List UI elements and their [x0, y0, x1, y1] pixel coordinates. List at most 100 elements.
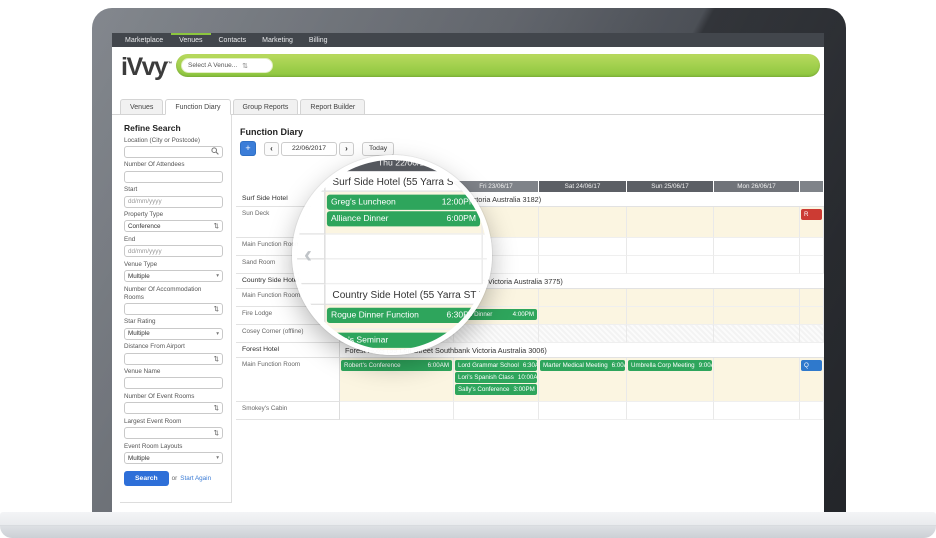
today-button[interactable]: Today	[362, 142, 394, 156]
event-title: Pipa's Seminar	[331, 335, 388, 345]
day-header-4[interactable]: Mon 26/06/17	[714, 181, 800, 192]
day-cell[interactable]	[800, 238, 824, 256]
day-cell[interactable]	[326, 235, 483, 260]
day-cell[interactable]	[714, 207, 800, 238]
day-cell[interactable]	[483, 305, 487, 330]
day-cell[interactable]: Umbrella Corp Meeting9:00AM	[627, 358, 714, 402]
day-cell[interactable]	[539, 256, 627, 274]
select-input[interactable]: Multiple▾	[124, 452, 223, 464]
search-input[interactable]	[124, 146, 223, 158]
search-button[interactable]: Search	[124, 471, 169, 486]
day-cell[interactable]	[800, 289, 824, 307]
day-cell[interactable]	[800, 402, 824, 420]
day-cell[interactable]: Lord Grammar School6:30AMLori's Spanish …	[454, 358, 539, 402]
select-input[interactable]: ⇅	[124, 353, 223, 365]
day-cell[interactable]	[627, 325, 714, 343]
tab-venues[interactable]: Venues	[120, 99, 163, 115]
day-cell[interactable]	[539, 325, 627, 343]
event-pill[interactable]: Alliance Dinner6:00PM	[327, 211, 480, 226]
day-cell[interactable]	[627, 238, 714, 256]
nav-item-marketing[interactable]: Marketing	[254, 33, 301, 47]
day-header-3[interactable]: Sun 25/06/17	[627, 181, 714, 192]
chevron-left-icon[interactable]: ‹	[304, 243, 312, 267]
day-cell[interactable]	[539, 402, 627, 420]
tab-group-reports[interactable]: Group Reports	[233, 99, 299, 115]
event-pill[interactable]: Marter Medical Meeting6:00AM	[540, 360, 625, 371]
event-pill[interactable]: Lord Grammar School6:30AM	[455, 360, 537, 371]
select-input[interactable]: ⇅	[124, 402, 223, 414]
day-cell[interactable]	[800, 256, 824, 274]
next-day-button[interactable]: ›	[339, 142, 354, 156]
select-input[interactable]: Multiple▾	[124, 270, 223, 282]
day-header-0[interactable]: Thu 22/06/17	[326, 160, 483, 171]
day-cell[interactable]: Pipa's Seminar10:00AM	[326, 330, 483, 350]
day-cell[interactable]	[714, 238, 800, 256]
day-cell[interactable]	[483, 260, 487, 285]
day-cell[interactable]	[539, 289, 627, 307]
event-pill[interactable]: Q	[801, 360, 822, 371]
day-cell[interactable]: Tim's Dinner4:00PM	[483, 330, 487, 350]
field-largest-event-room: Largest Event Room ⇅	[124, 418, 223, 439]
day-cell[interactable]	[326, 260, 483, 285]
day-cell[interactable]: Marter Medical Meeting6:00AM	[539, 358, 627, 402]
day-cell[interactable]	[714, 289, 800, 307]
day-cell[interactable]: Rogue Dinner Function6:30PM	[326, 305, 483, 330]
select-input[interactable]: ⇅	[124, 303, 223, 315]
event-time: 6:00AM	[428, 362, 449, 369]
day-cell[interactable]	[800, 325, 824, 343]
day-cell[interactable]	[627, 307, 714, 325]
day-cell[interactable]	[539, 207, 627, 238]
day-cell[interactable]	[714, 358, 800, 402]
select-input[interactable]: Conference⇅	[124, 220, 223, 232]
day-cell[interactable]	[714, 325, 800, 343]
day-cell[interactable]	[340, 402, 454, 420]
day-cell[interactable]: Robert's Conference6:00AM	[340, 358, 454, 402]
date-field[interactable]: 22/06/2017	[281, 142, 337, 156]
start-again-link[interactable]: Start Again	[180, 475, 211, 482]
day-cell[interactable]	[800, 307, 824, 325]
event-pill[interactable]: Greg's Luncheon12:00PM	[327, 195, 480, 210]
day-cell[interactable]	[627, 207, 714, 238]
venue-select[interactable]: Select A Venue... ⇅	[181, 58, 273, 73]
select-input[interactable]: Multiple▾	[124, 328, 223, 340]
text-input[interactable]	[124, 377, 223, 389]
day-cell[interactable]	[714, 402, 800, 420]
day-cell[interactable]	[539, 307, 627, 325]
day-cell[interactable]	[483, 192, 487, 235]
nav-item-marketplace[interactable]: Marketplace	[117, 33, 171, 47]
day-cell[interactable]	[454, 402, 539, 420]
text-input[interactable]: dd/mm/yyyy	[124, 196, 223, 208]
day-cell[interactable]	[627, 256, 714, 274]
tab-report-builder[interactable]: Report Builder	[300, 99, 365, 115]
event-pill[interactable]: Sally's Conference3:00PM	[455, 384, 537, 395]
day-cell[interactable]: Q	[800, 358, 824, 402]
day-cell[interactable]: R	[800, 207, 824, 238]
day-header-2[interactable]: Sat 24/06/17	[539, 181, 627, 192]
event-pill[interactable]: Robert's Conference6:00AM	[341, 360, 452, 371]
day-header-5[interactable]	[800, 181, 824, 192]
day-header-1[interactable]: Fri 23/06/17	[483, 160, 487, 171]
day-cell[interactable]	[627, 402, 714, 420]
nav-item-billing[interactable]: Billing	[301, 33, 336, 47]
day-cell[interactable]: Greg's Luncheon12:00PMAlliance Dinner6:0…	[326, 192, 483, 235]
add-booking-button[interactable]: +	[240, 141, 256, 156]
event-pill[interactable]: Rogue Dinner Function6:30PM	[327, 308, 480, 323]
day-cell[interactable]	[714, 256, 800, 274]
day-cell[interactable]	[627, 289, 714, 307]
select-input[interactable]: ⇅	[124, 427, 223, 439]
field-label: End	[124, 236, 223, 244]
event-pill[interactable]: Lori's Spanish Class10:00AM	[455, 372, 537, 383]
text-input[interactable]: dd/mm/yyyy	[124, 245, 223, 257]
event-pill[interactable]: Pipa's Seminar10:00AM	[327, 333, 480, 348]
nav-item-contacts[interactable]: Contacts	[211, 33, 255, 47]
event-pill[interactable]: Tim's Dinner4:00PM	[484, 333, 487, 348]
event-pill[interactable]: R	[801, 209, 822, 220]
day-cell[interactable]	[714, 307, 800, 325]
prev-day-button[interactable]: ‹	[264, 142, 279, 156]
event-pill[interactable]: Umbrella Corp Meeting9:00AM	[628, 360, 712, 371]
day-cell[interactable]	[539, 238, 627, 256]
tab-function-diary[interactable]: Function Diary	[165, 99, 230, 115]
nav-item-venues[interactable]: Venues	[171, 33, 210, 47]
text-input[interactable]	[124, 171, 223, 183]
day-cell[interactable]	[483, 235, 487, 260]
